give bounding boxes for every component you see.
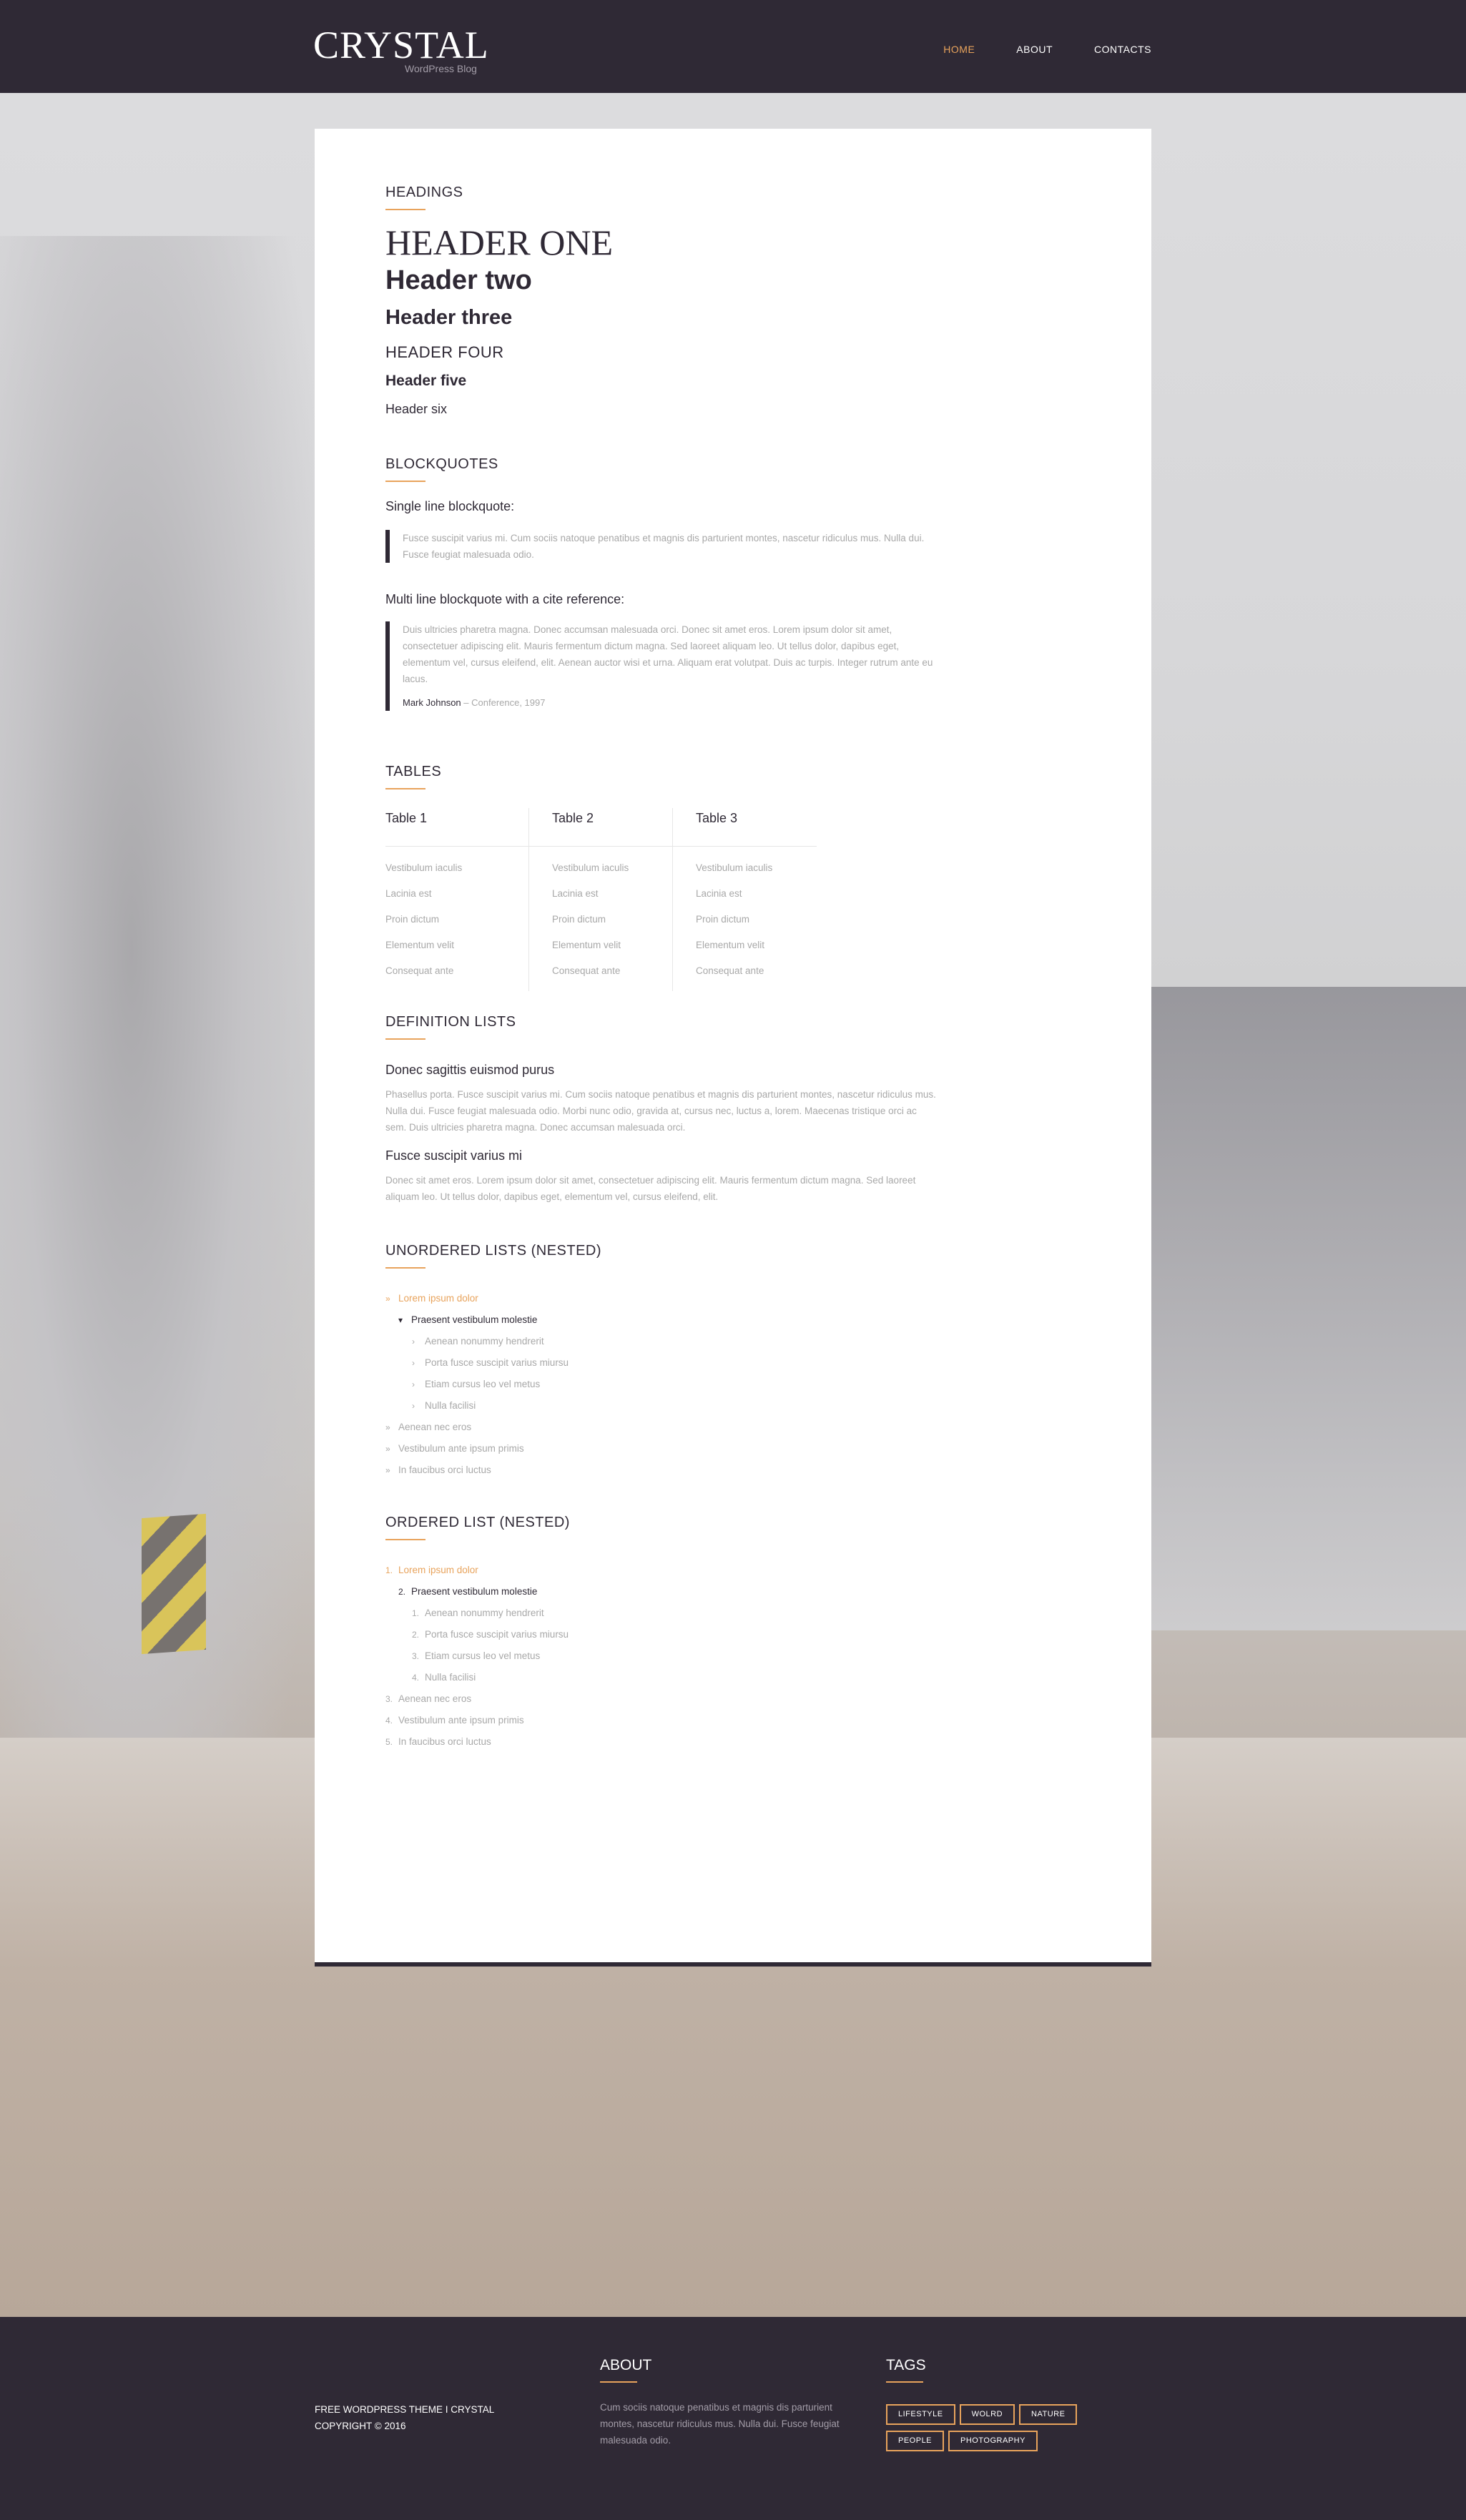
list-item: » Vestibulum ante ipsum primis — [385, 1443, 524, 1454]
road-sign — [142, 1513, 206, 1655]
table-header: Table 2 — [529, 808, 672, 847]
table-cell: Lacinia est — [696, 888, 742, 899]
section-title-tables: TABLES — [385, 764, 442, 779]
site-tagline: WordPress Blog — [405, 63, 477, 74]
section-title-ordered: ORDERED LIST (NESTED) — [385, 1515, 570, 1530]
list-item: ▾ Praesent vestibulum molestie — [398, 1314, 538, 1325]
table-header: Table 1 — [385, 808, 528, 847]
section-title-unordered: UNORDERED LISTS (NESTED) — [385, 1243, 602, 1259]
header-four: HEADER FOUR — [385, 343, 504, 361]
multi-blockquote-label: Multi line blockquote with a cite refere… — [385, 592, 625, 606]
definition-desc: Donec sit amet eros. Lorem ipsum dolor s… — [385, 1175, 916, 1202]
multi-blockquote-text: Duis ultricies pharetra magna. Donec acc… — [403, 624, 933, 684]
nav-home[interactable]: HOME — [943, 44, 975, 55]
tag-cloud: LIFESTYLE WOLRD NATURE PEOPLE PHOTOGRAPH… — [886, 2404, 1101, 2451]
table-header: Table 3 — [673, 808, 817, 847]
section-title-definitions: DEFINITION LISTS — [385, 1014, 516, 1030]
footer-tags-title: TAGS — [886, 2357, 926, 2373]
list-item: › Etiam cursus leo vel metus — [412, 1379, 541, 1389]
list-item: 3. Aenean nec eros — [385, 1693, 472, 1704]
title-underline — [600, 2381, 637, 2383]
nav-about[interactable]: ABOUT — [1016, 44, 1053, 55]
content-card: HEADINGS HEADER ONE Header two Header th… — [315, 129, 1151, 1967]
title-underline — [385, 1539, 425, 1540]
section-title-blockquotes: BLOCKQUOTES — [385, 456, 498, 472]
blockquote-cite: Mark Johnson – Conference, 1997 — [403, 694, 943, 711]
site-footer: FREE WORDPRESS THEME I CRYSTAL COPYRIGHT… — [0, 2317, 1466, 2520]
list-item: 2. Porta fusce suscipit varius miursu — [412, 1629, 569, 1640]
header-two: Header two — [385, 265, 532, 295]
table-cell: Elementum velit — [552, 940, 621, 950]
list-item: 5. In faucibus orci luctus — [385, 1736, 491, 1747]
definition-term: Donec sagittis euismod purus — [385, 1063, 555, 1077]
list-item: › Nulla facilisi — [412, 1400, 476, 1411]
table-cell: Proin dictum — [696, 914, 750, 925]
footer-about-title: ABOUT — [600, 2357, 652, 2373]
single-blockquote: Fusce suscipit varius mi. Cum sociis nat… — [385, 530, 929, 563]
header-one: HEADER ONE — [385, 222, 614, 262]
site-header: CRYSTAL WordPress Blog HOME ABOUT CONTAC… — [0, 0, 1466, 93]
table-cell: Consequat ante — [552, 965, 621, 976]
list-item: › Aenean nonummy hendrerit — [412, 1336, 544, 1347]
snowy-trees-right — [1151, 987, 1466, 1630]
header-three: Header three — [385, 306, 513, 329]
list-item: 4. Vestibulum ante ipsum primis — [385, 1715, 524, 1726]
table-cell: Consequat ante — [696, 965, 764, 976]
list-item[interactable]: » Lorem ipsum dolor — [385, 1293, 478, 1304]
table-cell: Proin dictum — [552, 914, 606, 925]
list-item: 1. Aenean nonummy hendrerit — [412, 1608, 544, 1618]
tag-people[interactable]: PEOPLE — [886, 2431, 945, 2451]
table-cell: Vestibulum iaculis — [696, 862, 773, 873]
definition-term: Fusce suscipit varius mi — [385, 1148, 523, 1163]
table-cell: Vestibulum iaculis — [552, 862, 629, 873]
header-six: Header six — [385, 402, 448, 416]
single-blockquote-label: Single line blockquote: — [385, 499, 515, 513]
single-blockquote-text: Fusce suscipit varius mi. Cum sociis nat… — [403, 533, 925, 560]
list-item: » Aenean nec eros — [385, 1422, 472, 1432]
nav-contacts[interactable]: CONTACTS — [1094, 44, 1151, 55]
table-cell: Vestibulum iaculis — [385, 862, 463, 873]
tag-lifestyle[interactable]: LIFESTYLE — [886, 2404, 955, 2425]
list-item: » In faucibus orci luctus — [385, 1465, 491, 1475]
title-underline — [886, 2381, 923, 2383]
multi-blockquote: Duis ultricies pharetra magna. Donec acc… — [385, 621, 943, 711]
header-five: Header five — [385, 373, 467, 389]
footer-about-text: Cum sociis natoque penatibus et magnis d… — [600, 2402, 840, 2446]
site-logo[interactable]: CRYSTAL — [313, 26, 489, 64]
table-cell: Elementum velit — [696, 940, 765, 950]
table-cell: Lacinia est — [385, 888, 432, 899]
table-column: Table 3 Vestibulum iaculis Lacinia est P… — [673, 808, 817, 991]
footer-copyright-year: COPYRIGHT © 2016 — [315, 2421, 406, 2431]
title-underline — [385, 1038, 425, 1040]
table-cell: Consequat ante — [385, 965, 454, 976]
section-title-headings: HEADINGS — [385, 184, 463, 200]
list-item: 4. Nulla facilisi — [412, 1672, 476, 1683]
table-column: Table 2 Vestibulum iaculis Lacinia est P… — [529, 808, 673, 991]
title-underline — [385, 788, 425, 789]
cite-name: Mark Johnson — [403, 697, 461, 708]
list-item[interactable]: 1. Lorem ipsum dolor — [385, 1565, 478, 1575]
list-item: 3. Etiam cursus leo vel metus — [412, 1650, 541, 1661]
tag-nature[interactable]: NATURE — [1019, 2404, 1078, 2425]
title-underline — [385, 481, 425, 482]
footer-theme-credit: FREE WORDPRESS THEME I CRYSTAL — [315, 2404, 495, 2415]
title-underline — [385, 1267, 425, 1269]
cite-source: – Conference, 1997 — [463, 697, 546, 708]
list-item: 2. Praesent vestibulum molestie — [398, 1586, 538, 1597]
footer-copyright: FREE WORDPRESS THEME I CRYSTAL COPYRIGHT… — [315, 2401, 494, 2434]
data-table: Table 1 Vestibulum iaculis Lacinia est P… — [385, 808, 817, 991]
main-nav: HOME ABOUT CONTACTS — [943, 44, 1151, 55]
table-cell: Elementum velit — [385, 940, 455, 950]
title-underline — [385, 209, 425, 210]
table-cell: Proin dictum — [385, 914, 440, 925]
table-cell: Lacinia est — [552, 888, 599, 899]
list-item: › Porta fusce suscipit varius miursu — [412, 1357, 569, 1368]
definition-desc: Phasellus porta. Fusce suscipit varius m… — [385, 1089, 936, 1133]
table-column: Table 1 Vestibulum iaculis Lacinia est P… — [385, 808, 529, 991]
tag-wolrd[interactable]: WOLRD — [959, 2404, 1015, 2425]
tag-photography[interactable]: PHOTOGRAPHY — [948, 2431, 1038, 2451]
